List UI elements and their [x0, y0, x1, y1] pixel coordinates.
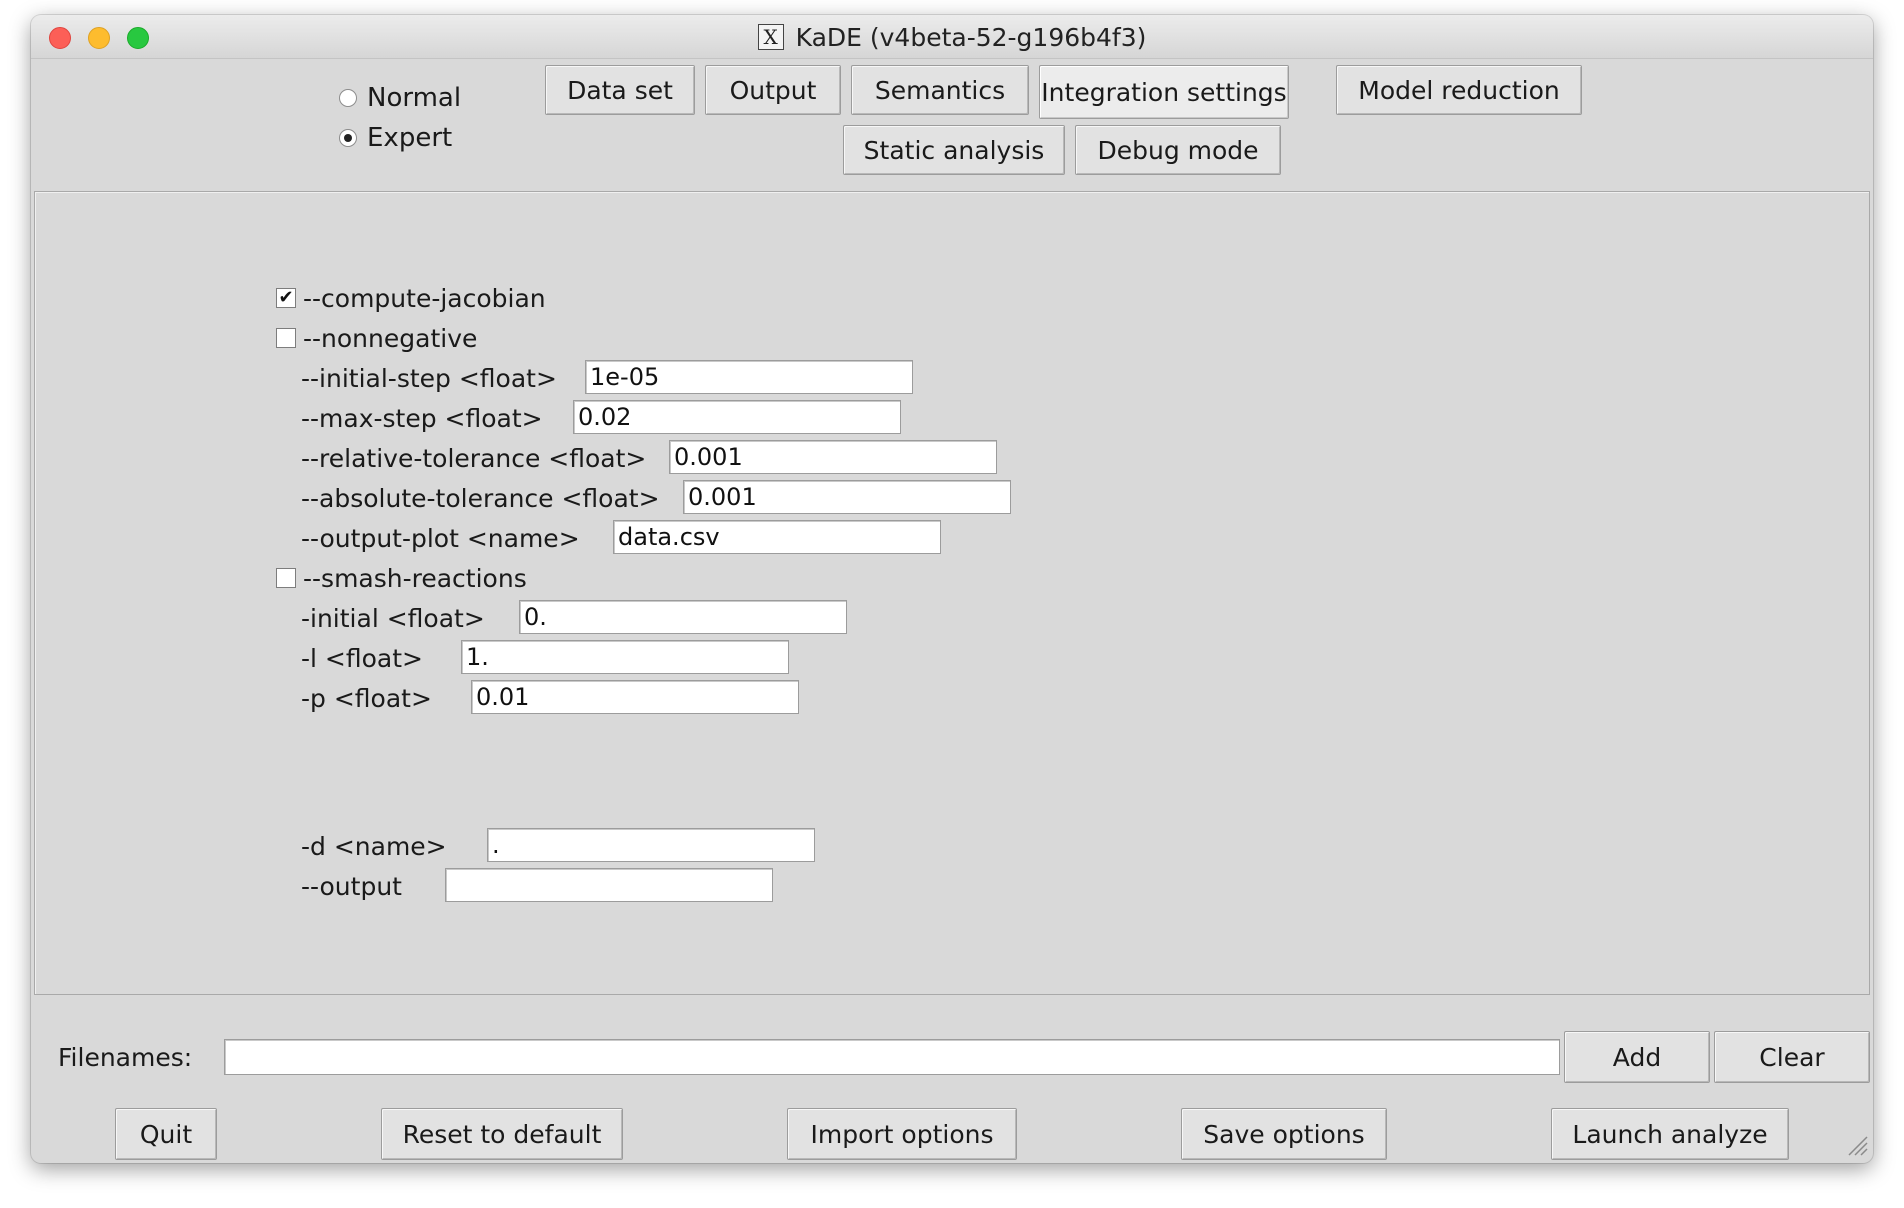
launch-analyze-button[interactable]: Launch analyze — [1551, 1108, 1789, 1160]
initial-label: -initial <float> — [301, 604, 485, 633]
initial-input[interactable]: 0. — [519, 600, 847, 634]
output-input[interactable] — [445, 868, 773, 902]
mode-normal-option[interactable]: Normal — [339, 83, 461, 113]
tab-data-set[interactable]: Data set — [545, 65, 695, 115]
compute-jacobian-label: --compute-jacobian — [303, 284, 546, 313]
d-label: -d <name> — [301, 832, 447, 861]
mode-expert-radio[interactable] — [339, 129, 357, 147]
l-input[interactable]: 1. — [461, 640, 789, 674]
initial-step-label: --initial-step <float> — [301, 364, 557, 393]
clear-button[interactable]: Clear — [1714, 1031, 1870, 1083]
filenames-label: Filenames: — [58, 1043, 193, 1072]
max-step-input[interactable]: 0.02 — [573, 400, 901, 434]
mode-expert-option[interactable]: Expert — [339, 123, 452, 153]
nonnegative-label: --nonnegative — [303, 324, 478, 353]
max-step-label: --max-step <float> — [301, 404, 543, 433]
window-title: KaDE (v4beta-52-g196b4f3) — [795, 22, 1147, 52]
x11-app-icon: X — [757, 24, 784, 50]
initial-step-input[interactable]: 1e-05 — [585, 360, 913, 394]
l-label: -l <float> — [301, 644, 423, 673]
output-plot-input[interactable]: data.csv — [613, 520, 941, 554]
tab-debug-mode[interactable]: Debug mode — [1075, 125, 1281, 175]
output-label: --output — [301, 872, 402, 901]
title-bar[interactable]: X KaDE (v4beta-52-g196b4f3) — [31, 15, 1873, 59]
output-plot-label: --output-plot <name> — [301, 524, 580, 553]
nonnegative-checkbox[interactable] — [276, 328, 296, 348]
p-label: -p <float> — [301, 684, 432, 713]
tab-integration-settings[interactable]: Integration settings — [1039, 65, 1289, 119]
save-options-button[interactable]: Save options — [1181, 1108, 1387, 1160]
relative-tolerance-label: --relative-tolerance <float> — [301, 444, 647, 473]
mode-expert-label: Expert — [367, 123, 453, 153]
d-input[interactable]: . — [487, 828, 815, 862]
mode-normal-radio[interactable] — [339, 89, 357, 107]
reset-to-default-button[interactable]: Reset to default — [381, 1108, 623, 1160]
resize-grip-icon[interactable] — [1843, 1131, 1869, 1157]
relative-tolerance-input[interactable]: 0.001 — [669, 440, 997, 474]
filenames-input[interactable] — [224, 1039, 1560, 1075]
tab-static-analysis[interactable]: Static analysis — [843, 125, 1065, 175]
import-options-button[interactable]: Import options — [787, 1108, 1017, 1160]
kade-window: X KaDE (v4beta-52-g196b4f3) Normal Exper… — [31, 15, 1873, 1163]
tab-model-reduction[interactable]: Model reduction — [1336, 65, 1582, 115]
compute-jacobian-checkbox[interactable]: ✔ — [276, 288, 296, 308]
p-input[interactable]: 0.01 — [471, 680, 799, 714]
tab-semantics[interactable]: Semantics — [851, 65, 1029, 115]
absolute-tolerance-label: --absolute-tolerance <float> — [301, 484, 660, 513]
smash-reactions-checkbox[interactable] — [276, 568, 296, 588]
absolute-tolerance-input[interactable]: 0.001 — [683, 480, 1011, 514]
quit-button[interactable]: Quit — [115, 1108, 217, 1160]
integration-settings-panel: ✔ --compute-jacobian --nonnegative --ini… — [34, 191, 1870, 995]
smash-reactions-label: --smash-reactions — [303, 564, 527, 593]
mode-normal-label: Normal — [367, 83, 462, 113]
tab-output[interactable]: Output — [705, 65, 841, 115]
add-button[interactable]: Add — [1564, 1031, 1710, 1083]
